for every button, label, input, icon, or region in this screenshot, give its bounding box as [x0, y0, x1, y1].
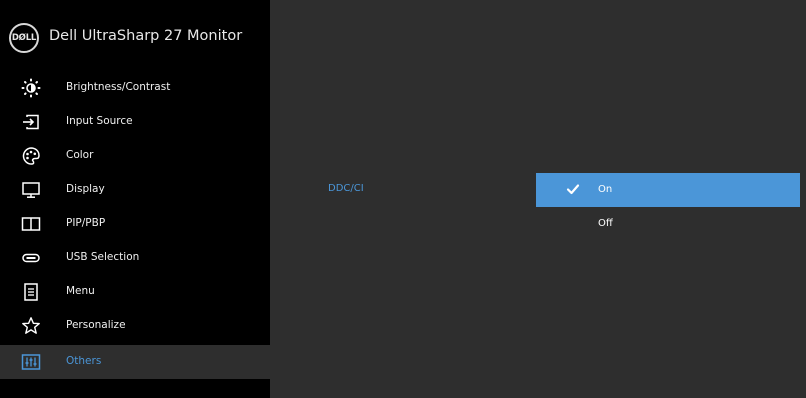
- dell-logo: DØLL: [9, 23, 39, 53]
- sidebar-item-label: Personalize: [66, 319, 126, 331]
- option-on[interactable]: On: [536, 173, 800, 207]
- split-screen-icon: [20, 214, 42, 234]
- star-icon: [20, 316, 42, 336]
- sidebar-item-label: Menu: [66, 285, 95, 297]
- brightness-icon: [20, 78, 42, 98]
- option-off[interactable]: Off: [536, 207, 800, 241]
- menu-list-icon: [20, 282, 42, 302]
- ddc-ci-label: DDC/CI: [328, 183, 364, 194]
- sidebar-item-others[interactable]: Others: [0, 345, 270, 379]
- input-source-icon: [20, 112, 42, 132]
- sidebar-item-menu[interactable]: Menu: [0, 275, 270, 309]
- sidebar-item-label: Input Source: [66, 115, 133, 127]
- sidebar-item-label: Brightness/Contrast: [66, 81, 171, 93]
- option-label: On: [598, 184, 613, 195]
- monitor-icon: [20, 180, 42, 200]
- palette-icon: [20, 146, 42, 166]
- sidebar-item-label: Others: [66, 355, 102, 367]
- osd-header: DØLL Dell UltraSharp 27 Monitor: [0, 0, 270, 70]
- sidebar-item-label: Display: [66, 183, 105, 195]
- sidebar-item-brightness-contrast[interactable]: Brightness/Contrast: [0, 71, 270, 105]
- sidebar-item-label: USB Selection: [66, 251, 140, 263]
- sliders-icon: [20, 352, 42, 372]
- usb-icon: [20, 248, 42, 268]
- sidebar-item-label: Color: [66, 149, 94, 161]
- option-label: Off: [598, 218, 613, 229]
- osd-sidebar: DØLL Dell UltraSharp 27 Monitor Brightne…: [0, 0, 270, 398]
- sidebar-item-usb-selection[interactable]: USB Selection: [0, 241, 270, 275]
- sidebar-item-label: PIP/PBP: [66, 217, 106, 229]
- sidebar-item-input-source[interactable]: Input Source: [0, 105, 270, 139]
- checkmark-icon: [566, 181, 580, 195]
- monitor-title: Dell UltraSharp 27 Monitor: [49, 28, 243, 44]
- sidebar-item-personalize[interactable]: Personalize: [0, 309, 270, 343]
- sidebar-item-color[interactable]: Color: [0, 139, 270, 173]
- sidebar-item-pip-pbp[interactable]: PIP/PBP: [0, 207, 270, 241]
- sidebar-item-display[interactable]: Display: [0, 173, 270, 207]
